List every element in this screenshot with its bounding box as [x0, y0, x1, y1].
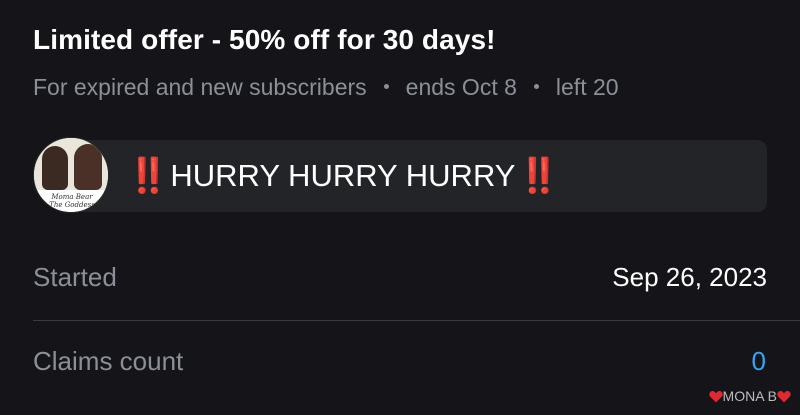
avatar-photo-figure: [42, 146, 68, 190]
offer-remaining: left 20: [555, 74, 619, 100]
avatar-caption-line: Moma Bear: [51, 193, 93, 201]
offer-message: Moma Bear The Goddess ‼️ HURRY HURRY HUR…: [33, 137, 768, 215]
avatar-photo-figure: [74, 144, 102, 190]
avatar-caption: Moma Bear The Goddess: [34, 193, 108, 209]
offer-meta: For expired and new subscribers ends Oct…: [33, 74, 619, 101]
claims-count-label: Claims count: [33, 346, 184, 376]
offer-details-screen: Limited offer - 50% off for 30 days! For…: [0, 0, 800, 415]
claims-count-value[interactable]: 0: [752, 346, 766, 377]
divider: [33, 320, 800, 321]
avatar[interactable]: Moma Bear The Goddess: [33, 137, 109, 213]
offer-title: Limited offer - 50% off for 30 days!: [33, 24, 496, 55]
started-label: Started: [33, 262, 117, 292]
message-text: HURRY HURRY HURRY: [170, 158, 516, 193]
separator-dot: [383, 84, 389, 89]
heart-icon: [777, 390, 791, 402]
double-exclamation-icon: ‼️: [127, 157, 169, 195]
started-value: Sep 26, 2023: [612, 262, 767, 292]
double-exclamation-icon: ‼️: [517, 157, 559, 195]
message-text-row: ‼️ HURRY HURRY HURRY ‼️: [127, 156, 560, 196]
watermark-text: MONA B: [722, 388, 777, 404]
separator-dot: [533, 84, 539, 89]
offer-audience: For expired and new subscribers: [33, 74, 367, 100]
avatar-caption-line: The Goddess: [49, 201, 95, 209]
offer-end-date: ends Oct 8: [405, 74, 517, 100]
watermark: MONA B: [708, 388, 791, 404]
heart-icon: [708, 390, 723, 402]
